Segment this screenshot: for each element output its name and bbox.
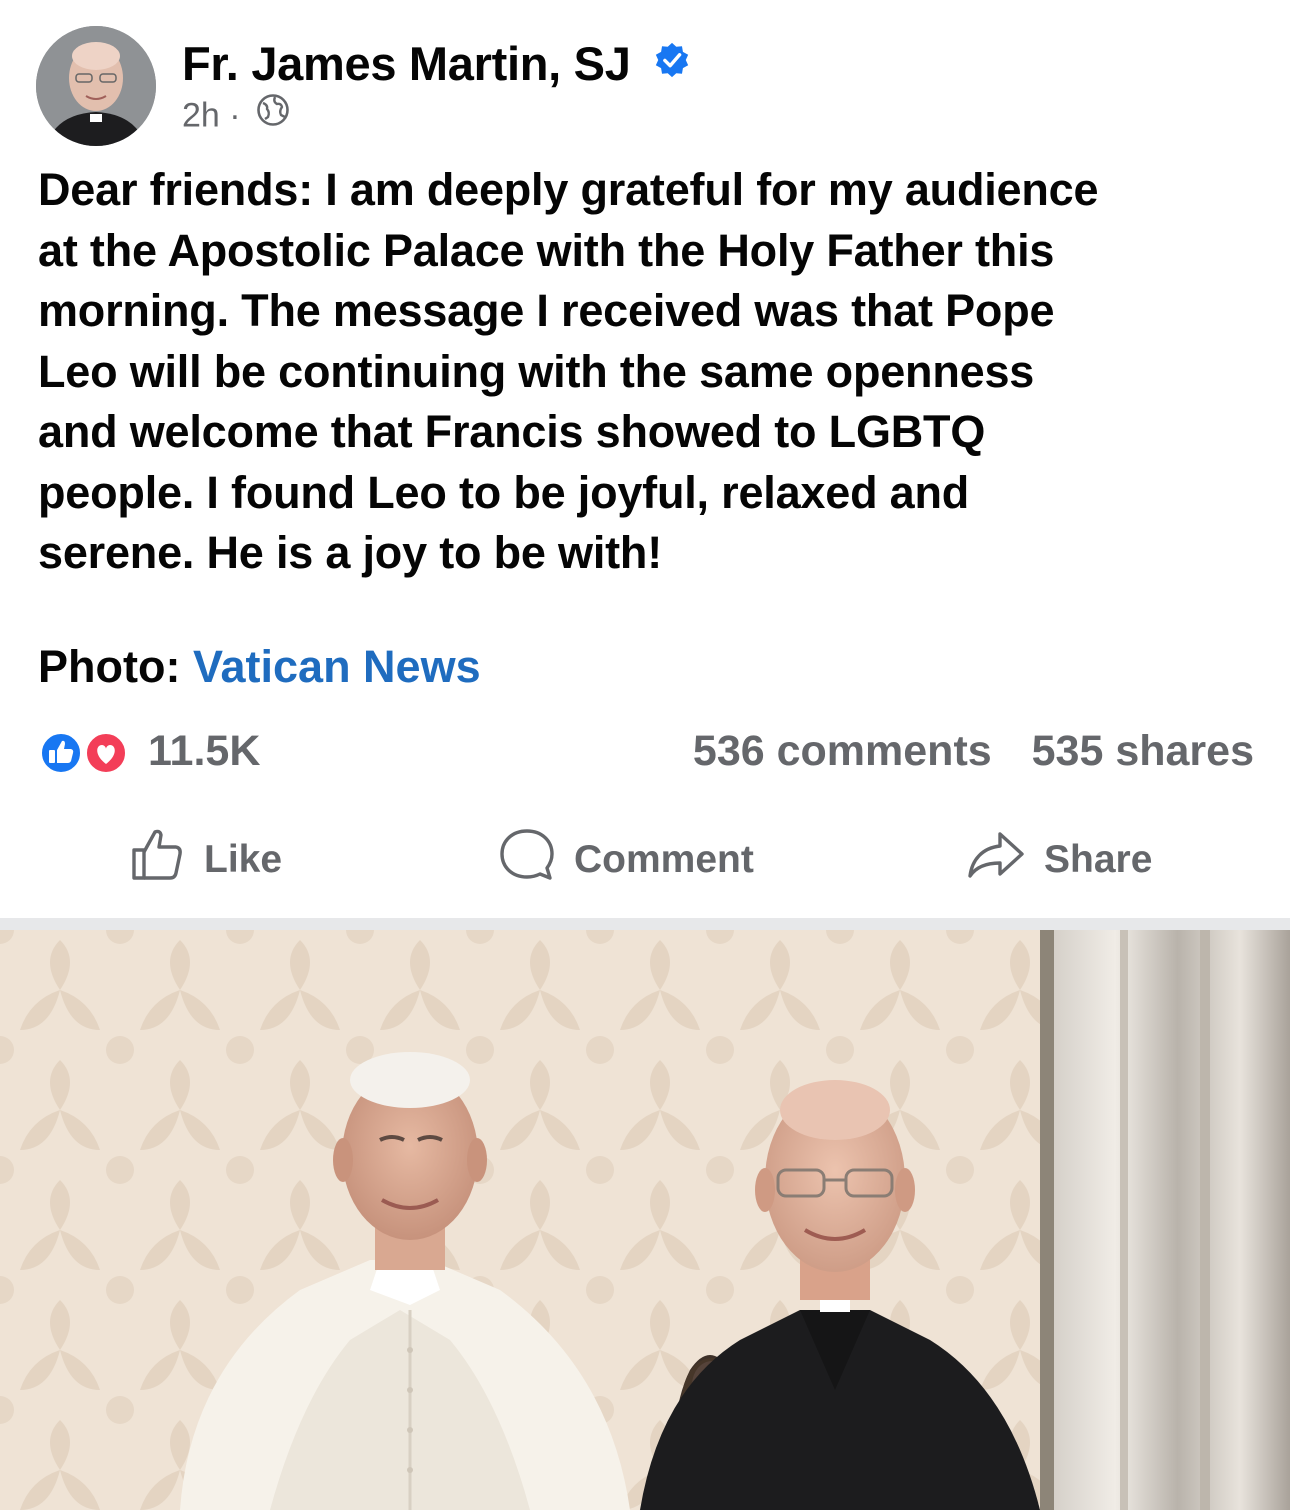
comment-share-counts: 536 comments 535 shares [693,727,1254,776]
like-button[interactable]: Like [128,820,282,900]
share-label: Share [1044,838,1153,881]
speech-bubble-icon [498,826,574,894]
comment-count[interactable]: 536 comments [693,727,992,775]
comment-label: Comment [574,838,754,881]
photo-credit-label: Photo: [38,641,181,692]
like-label: Like [204,838,283,881]
engagement-stats: 11.5K 536 comments 535 shares [36,722,1254,782]
post-body-text: Dear friends: I am deeply grateful for m… [38,164,1099,578]
post-timestamp[interactable]: 2h [182,96,220,134]
comment-button[interactable]: Comment [498,820,754,900]
globe-icon[interactable] [256,93,290,136]
photo-source-link[interactable]: Vatican News [193,641,481,692]
author-name[interactable]: Fr. James Martin, SJ [182,36,691,95]
post-meta: 2h · [182,93,290,139]
thumbs-up-icon [38,730,84,776]
section-divider [0,918,1290,930]
photo-credit: Photo: Vatican News [38,641,481,693]
reaction-icons[interactable] [36,728,136,778]
action-bar: Like Comment Share [0,820,1290,900]
post-header: Fr. James Martin, SJ 2h · [36,26,1256,146]
thumbs-up-icon [128,826,204,894]
share-button[interactable]: Share [966,820,1152,900]
heart-icon [83,730,129,776]
reaction-count[interactable]: 11.5K [148,727,260,776]
share-arrow-icon [966,826,1044,894]
author-name-text[interactable]: Fr. James Martin, SJ [182,37,631,90]
meta-separator: · [229,96,241,135]
author-avatar[interactable] [36,26,156,146]
post-photo[interactable] [0,930,1290,1510]
verified-badge-icon [653,35,691,90]
share-count[interactable]: 535 shares [1032,727,1254,775]
